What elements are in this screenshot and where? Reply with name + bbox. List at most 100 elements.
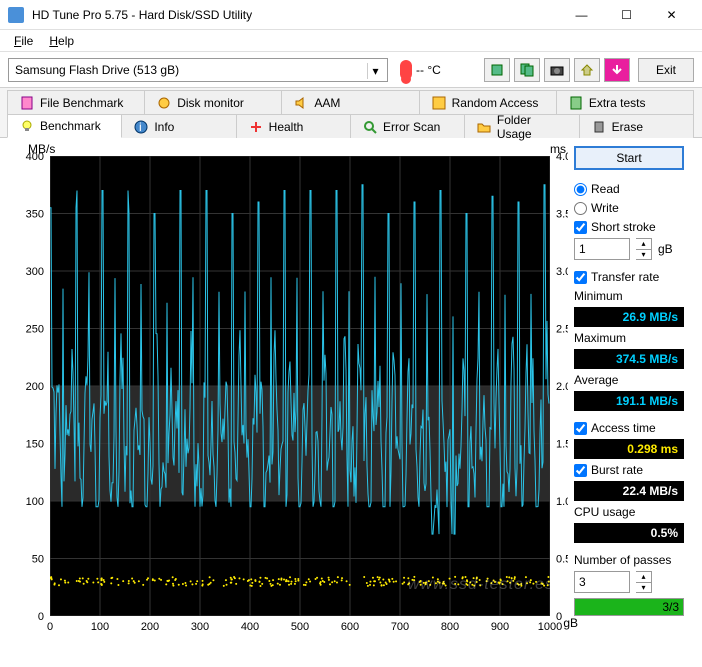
access-time-value: 0.298 ms (574, 439, 684, 459)
svg-text:0: 0 (556, 611, 562, 623)
benchmark-chart: MB/s ms 400350300250200150100500 4.003.5… (8, 142, 568, 642)
minimum-label: Minimum (574, 288, 684, 304)
svg-text:0: 0 (38, 611, 44, 623)
average-label: Average (574, 372, 684, 388)
screenshot-button[interactable] (544, 58, 570, 82)
passes-progress: 3/3 (574, 598, 684, 616)
tab-error-scan[interactable]: Error Scan (350, 114, 465, 138)
menu-file[interactable]: File (6, 32, 41, 50)
svg-text:0: 0 (47, 621, 53, 633)
svg-text:700: 700 (391, 621, 409, 633)
svg-text:600: 600 (341, 621, 359, 633)
svg-text:1000: 1000 (538, 621, 562, 633)
access-time-check[interactable]: Access time (574, 420, 684, 436)
svg-text:100: 100 (91, 621, 109, 633)
app-icon (8, 7, 24, 23)
search-icon (363, 120, 377, 134)
temperature-value: -- °C (416, 63, 441, 77)
svg-text:200: 200 (26, 381, 44, 393)
passes-input[interactable]: 3 (574, 571, 630, 593)
svg-text:250: 250 (26, 324, 44, 336)
maximum-value: 374.5 MB/s (574, 349, 684, 369)
save-button[interactable] (604, 58, 630, 82)
menubar: File Help (0, 30, 702, 52)
cpu-usage-value: 0.5% (574, 523, 684, 543)
short-stroke-spinner[interactable]: ▴▾ (636, 238, 652, 260)
svg-text:1.50: 1.50 (556, 439, 568, 451)
tab-health[interactable]: Health (236, 114, 351, 138)
window-title: HD Tune Pro 5.75 - Hard Disk/SSD Utility (32, 8, 559, 22)
svg-text:350: 350 (26, 209, 44, 221)
svg-text:300: 300 (191, 621, 209, 633)
short-stroke-input[interactable]: 1 (574, 238, 630, 260)
svg-text:3.00: 3.00 (556, 266, 568, 278)
start-button[interactable]: Start (574, 146, 684, 170)
content-area: MB/s ms 400350300250200150100500 4.003.5… (0, 137, 702, 646)
passes-label: Number of passes (574, 552, 684, 568)
svg-text:3.50: 3.50 (556, 209, 568, 221)
transfer-rate-check[interactable]: Transfer rate (574, 269, 684, 285)
folder-icon (477, 120, 491, 134)
copy-info-button[interactable] (484, 58, 510, 82)
svg-text:200: 200 (141, 621, 159, 633)
tab-erase[interactable]: Erase (579, 114, 694, 138)
svg-text:100: 100 (26, 496, 44, 508)
maximize-button[interactable]: ☐ (604, 1, 649, 29)
copy-screenshot-button[interactable] (514, 58, 540, 82)
svg-text:300: 300 (26, 266, 44, 278)
minimize-button[interactable]: — (559, 1, 604, 29)
sidebar: Start Read Write Short stroke 1 ▴▾ gB Tr… (574, 142, 684, 642)
temperature-display: -- °C (400, 60, 441, 80)
file-icon (20, 96, 34, 110)
burst-rate-value: 22.4 MB/s (574, 481, 684, 501)
chart-svg (50, 156, 550, 616)
menu-help[interactable]: Help (41, 32, 82, 50)
svg-text:900: 900 (491, 621, 509, 633)
erase-icon (592, 120, 606, 134)
y-axis-right-label: ms (550, 142, 566, 156)
thermometer-icon (400, 60, 412, 80)
tab-random-access[interactable]: Random Access (419, 90, 557, 114)
tab-extra-tests[interactable]: Extra tests (556, 90, 694, 114)
drive-select[interactable]: Samsung Flash Drive (513 gB) ▾ (8, 58, 388, 82)
random-icon (432, 96, 446, 110)
svg-text:800: 800 (441, 621, 459, 633)
x-axis-label: gB (563, 616, 578, 630)
speaker-icon (294, 96, 308, 110)
svg-text:2.00: 2.00 (556, 381, 568, 393)
cpu-usage-label: CPU usage (574, 504, 684, 520)
drive-select-value: Samsung Flash Drive (513 gB) (15, 63, 179, 77)
svg-text:400: 400 (241, 621, 259, 633)
extra-icon (569, 96, 583, 110)
svg-text:150: 150 (26, 439, 44, 451)
burst-rate-check[interactable]: Burst rate (574, 462, 684, 478)
health-icon (249, 120, 263, 134)
exit-button[interactable]: Exit (638, 58, 694, 82)
tab-folder-usage[interactable]: Folder Usage (464, 114, 579, 138)
info-icon: i (134, 120, 148, 134)
svg-text:50: 50 (32, 554, 44, 566)
tab-info[interactable]: iInfo (121, 114, 236, 138)
short-stroke-check[interactable]: Short stroke (574, 219, 684, 235)
maximum-label: Maximum (574, 330, 684, 346)
toolbar: Samsung Flash Drive (513 gB) ▾ -- °C Exi… (0, 52, 702, 88)
tab-file-benchmark[interactable]: File Benchmark (7, 90, 145, 114)
monitor-icon (157, 96, 171, 110)
close-button[interactable]: ✕ (649, 1, 694, 29)
svg-text:1.00: 1.00 (556, 496, 568, 508)
average-value: 191.1 MB/s (574, 391, 684, 411)
svg-text:500: 500 (291, 621, 309, 633)
options-button[interactable] (574, 58, 600, 82)
passes-spinner[interactable]: ▴▾ (636, 571, 652, 593)
chevron-down-icon: ▾ (367, 63, 383, 79)
svg-text:0.50: 0.50 (556, 554, 568, 566)
write-radio[interactable]: Write (574, 200, 684, 216)
tab-disk-monitor[interactable]: Disk monitor (144, 90, 282, 114)
tab-benchmark[interactable]: Benchmark (7, 114, 122, 138)
short-stroke-unit: gB (658, 242, 673, 256)
tab-aam[interactable]: AAM (281, 90, 419, 114)
tab-bar: File Benchmark Disk monitor AAM Random A… (0, 88, 702, 138)
y-axis-left-label: MB/s (28, 142, 55, 156)
read-radio[interactable]: Read (574, 181, 684, 197)
bulb-icon (20, 119, 34, 133)
